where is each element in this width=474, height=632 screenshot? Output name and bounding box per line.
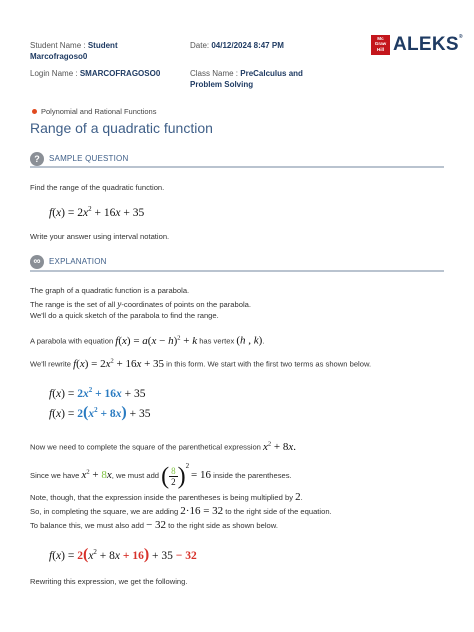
half-squared-expression: (8 2)2 = 16 <box>161 462 212 490</box>
step-equation-2: f(x) = 2(x2 + 8x) + 35 <box>49 404 151 421</box>
login-name-label: Login Name : <box>30 69 78 78</box>
explanation-line-10-pre: To balance this, we must also add <box>30 521 147 530</box>
login-name-row: Login Name : SMARCOFRAGOSO0 <box>30 68 160 79</box>
explanation-line-7: Since we have x2 + 8x, we must add (8 2)2… <box>30 462 292 490</box>
explanation-line-4-pre: A parabola with equation <box>30 336 116 346</box>
breadcrumb: Polynomial and Rational Functions <box>32 107 156 116</box>
explanation-line-10: To balance this, we must also add − 32 t… <box>30 519 278 531</box>
explanation-line-6: Now we need to complete the square of th… <box>30 440 296 453</box>
explanation-line-6-text: Now we need to complete the square of th… <box>30 442 261 452</box>
sample-prompt: Find the range of the quadratic function… <box>30 183 165 192</box>
date-row: Date: 04/12/2024 8:47 PM <box>190 40 284 51</box>
step-equation-3: f(x) = 2(x2 + 8x + 16) + 35 − 32 <box>49 546 197 563</box>
student-name-value: Student <box>87 41 118 50</box>
class-name-label: Class Name : <box>190 69 239 78</box>
date-label: Date: <box>190 41 210 50</box>
explanation-line-7-post: inside the parentheses. <box>211 471 292 480</box>
explanation-divider <box>30 270 444 272</box>
explanation-line-4: A parabola with equation f(x) = a(x − h)… <box>30 334 265 347</box>
explanation-line-2: The range is the set of all y-coordinate… <box>30 299 251 309</box>
explanation-icon: ∞ <box>30 255 44 269</box>
student-name-label: Student Name : <box>30 41 86 50</box>
balance-expression: − 32 <box>146 519 167 531</box>
explanation-line-11: Rewriting this expression, we get the fo… <box>30 577 188 586</box>
class-name-row: Class Name : PreCalculus and <box>190 68 303 79</box>
explanation-line-5-pre: We'll rewrite <box>30 359 74 369</box>
step-equation-1: f(x) = 2x2 + 16x + 35 <box>49 386 146 400</box>
explanation-line-2-post: -coordinates of points on the parabola. <box>121 300 251 309</box>
explanation-line-9-post: to the right side of the equation. <box>223 507 332 516</box>
aleks-logo: ALEKS® <box>393 34 463 56</box>
rewrite-function: f(x) = 2x2 + 16x + 35 <box>73 357 165 370</box>
logo-hill: Hill <box>376 46 385 52</box>
explanation-line-5: We'll rewrite f(x) = 2x2 + 16x + 35 in t… <box>30 357 371 370</box>
page-title: Range of a quadratic function <box>30 120 213 136</box>
x-squared-plus-8x: x2 + 8x <box>81 468 112 481</box>
date-value: 04/12/2024 8:47 PM <box>211 41 284 50</box>
student-name-row: Student Name : Student <box>30 40 118 51</box>
adding-expression: 2·16 = 32 <box>180 505 224 517</box>
explanation-line-3: We'll do a quick sketch of the parabola … <box>30 311 219 320</box>
explanation-line-8: Note, though, that the expression inside… <box>30 491 303 503</box>
explanation-line-2-pre: The range is the set of all <box>30 300 118 309</box>
explanation-line-9: So, in completing the square, we are add… <box>30 505 332 517</box>
vertex-coordinates: (h , k) <box>236 334 263 347</box>
breadcrumb-text: Polynomial and Rational Functions <box>41 107 157 116</box>
aleks-logo-text: ALEKS <box>393 34 459 55</box>
explanation-heading: EXPLANATION <box>49 257 107 266</box>
sample-instruction: Write your answer using interval notatio… <box>30 232 170 241</box>
class-name-value: PreCalculus and <box>240 69 303 78</box>
student-name-value-line2: Marcofragoso0 <box>30 52 88 61</box>
explanation-line-9-pre: So, in completing the square, we are add… <box>30 507 181 516</box>
mcgraw-hill-logo: Mc Graw Hill <box>371 35 390 55</box>
login-name-value: SMARCOFRAGOSO0 <box>79 69 161 78</box>
multiplier-value: 2 <box>295 491 301 503</box>
explanation-line-4-mid: has vertex <box>197 336 237 346</box>
class-name-value-line2: Problem Solving <box>190 80 254 89</box>
parenthetical-expression: x2 + 8x. <box>263 440 297 453</box>
explanation-line-1: The graph of a quadratic function is a p… <box>30 286 190 295</box>
explanation-line-8-pre: Note, though, that the expression inside… <box>30 493 296 502</box>
explanation-line-10-post: to the right side as shown below. <box>166 521 278 530</box>
topic-dot-icon <box>32 109 37 114</box>
explanation-line-7-mid: , we must add <box>111 471 162 480</box>
question-icon: ? <box>30 152 44 166</box>
quadratic-function: f(x) = 2x2 + 16x + 35 <box>49 205 145 219</box>
vertex-form-equation: f(x) = a(x − h)2 + k <box>115 334 198 347</box>
explanation-line-7-pre: Since we have <box>30 471 82 480</box>
aleks-logo-reg: ® <box>458 34 463 40</box>
sample-question-heading: SAMPLE QUESTION <box>49 154 129 163</box>
sample-question-divider <box>30 166 444 168</box>
explanation-line-5-post: in this form. We start with the first tw… <box>164 359 372 369</box>
